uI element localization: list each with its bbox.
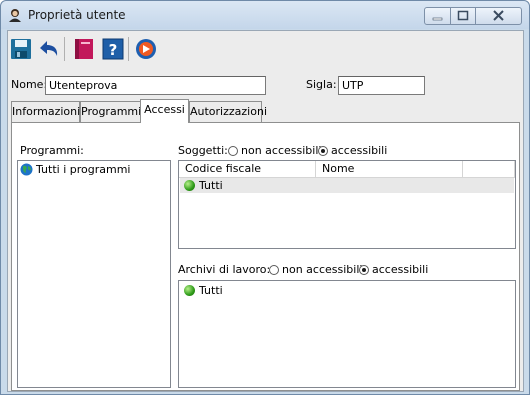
- tab-informazioni[interactable]: Informazioni: [11, 101, 80, 122]
- title-bar: Proprietà utente: [1, 1, 529, 29]
- minimize-icon: [432, 17, 443, 21]
- green-ball-icon: [184, 180, 195, 191]
- programmi-list[interactable]: Tutti i programmi: [17, 160, 171, 388]
- close-button[interactable]: [475, 7, 522, 25]
- list-item-label: Tutti i programmi: [36, 163, 131, 176]
- soggetti-accessibili-radio[interactable]: [318, 146, 328, 156]
- soggetti-non-accessibili-radio[interactable]: [228, 146, 238, 156]
- book-icon[interactable]: [72, 37, 96, 61]
- maximize-icon: [457, 10, 469, 21]
- tab-programmi[interactable]: Programmi: [80, 101, 141, 122]
- close-icon: [493, 10, 504, 21]
- user-properties-window: Proprietà utente ? Nome: Utenteprova Sig…: [0, 0, 530, 395]
- row-label: Tutti: [199, 179, 223, 192]
- globe-icon: [20, 163, 33, 176]
- soggetti-non-accessibili-label[interactable]: non accessibili: [241, 144, 321, 157]
- list-item-label: Tutti: [199, 284, 223, 297]
- archivi-non-accessibili-radio[interactable]: [269, 265, 279, 275]
- minimize-button[interactable]: [424, 7, 451, 25]
- undo-icon[interactable]: [37, 37, 61, 61]
- column-header-codice-fiscale[interactable]: Codice fiscale: [179, 161, 316, 178]
- dialog-body: ? Nome: Utenteprova Sigla: UTP Informazi…: [7, 30, 524, 392]
- tab-accessi[interactable]: Accessi: [140, 99, 189, 123]
- archivi-accessibili-label[interactable]: accessibili: [372, 263, 428, 276]
- save-icon[interactable]: [9, 37, 33, 61]
- table-row[interactable]: Tutti: [180, 178, 514, 193]
- svg-text:?: ?: [109, 41, 118, 59]
- nome-label: Nome:: [11, 78, 48, 91]
- help-icon[interactable]: ?: [101, 37, 125, 61]
- soggetti-label: Soggetti:: [178, 144, 228, 157]
- sigla-input[interactable]: UTP: [338, 76, 425, 95]
- column-header-nome[interactable]: Nome: [316, 161, 463, 178]
- soggetti-list[interactable]: Codice fiscale Nome Tutti: [178, 160, 516, 249]
- archivi-label: Archivi di lavoro:: [178, 263, 271, 276]
- accessi-panel: Programmi: Tutti i programmi Soggetti: n…: [11, 122, 520, 391]
- toolbar-separator: [128, 37, 129, 61]
- nome-input[interactable]: Utenteprova: [45, 76, 266, 95]
- list-item[interactable]: Tutti: [180, 283, 514, 298]
- programmi-label: Programmi:: [20, 144, 84, 157]
- column-header-empty[interactable]: [463, 161, 515, 178]
- window-title: Proprietà utente: [28, 8, 126, 22]
- sigla-label: Sigla:: [306, 78, 337, 91]
- maximize-button[interactable]: [450, 7, 476, 25]
- tab-autorizzazioni[interactable]: Autorizzazioni: [189, 101, 267, 122]
- archivi-accessibili-radio[interactable]: [359, 265, 369, 275]
- archivi-non-accessibili-label[interactable]: non accessibili: [282, 263, 362, 276]
- exit-icon[interactable]: [134, 37, 158, 61]
- user-title-icon: [9, 9, 21, 22]
- soggetti-accessibili-label[interactable]: accessibili: [331, 144, 387, 157]
- green-ball-icon: [184, 285, 195, 296]
- archivi-list[interactable]: Tutti: [178, 280, 516, 388]
- toolbar-separator: [64, 37, 65, 61]
